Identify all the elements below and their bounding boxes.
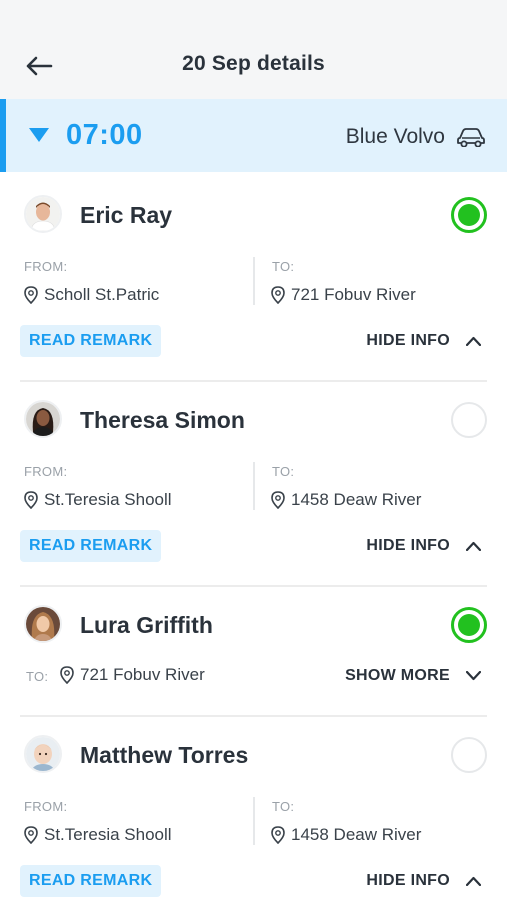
location-pin-icon (24, 286, 38, 304)
location-pin-icon (24, 826, 38, 844)
chevron-down-icon (466, 671, 481, 681)
to-address-text: 721 Fobuv River (80, 665, 205, 684)
boarded-checkbox[interactable] (451, 607, 487, 643)
from-label: FROM: (24, 464, 68, 479)
to-address: 721 Fobuv River (271, 285, 416, 305)
hide-info-label: HIDE INFO (366, 537, 450, 554)
location-pin-icon (271, 826, 285, 844)
to-label: TO: (272, 259, 295, 274)
boarded-checkbox[interactable] (451, 197, 487, 233)
from-address: Scholl St.Patric (24, 285, 159, 305)
show-more-toggle[interactable]: SHOW MORE (345, 667, 481, 685)
read-remark-button[interactable]: READ REMARK (20, 325, 162, 357)
hide-info-label: HIDE INFO (366, 872, 450, 889)
hide-info-toggle[interactable]: HIDE INFO (366, 537, 481, 555)
passenger-name: Lura Griffith (80, 612, 213, 638)
top-bar: 20 Sep details (0, 0, 507, 99)
to-address: 721 Fobuv River (60, 665, 205, 685)
passenger-card: Theresa Simon FROM: St.Teresia Shooll TO… (20, 377, 487, 585)
to-address-text: 1458 Deaw River (291, 490, 422, 509)
divider (253, 462, 255, 510)
from-address-text: Scholl St.Patric (44, 285, 160, 304)
avatar (24, 735, 62, 773)
show-more-label: SHOW MORE (345, 667, 450, 684)
to-address-text: 1458 Deaw River (291, 825, 422, 844)
hide-info-label: HIDE INFO (366, 332, 450, 349)
from-address: St.Teresia Shooll (24, 825, 172, 845)
passenger-card: Matthew Torres FROM: St.Teresia Shooll T… (20, 712, 487, 900)
hide-info-toggle[interactable]: HIDE INFO (366, 332, 481, 350)
car-icon (457, 128, 485, 147)
collapse-triangle-icon[interactable] (28, 126, 50, 144)
avatar (24, 605, 62, 643)
chevron-up-icon (466, 541, 481, 551)
to-address-text: 721 Fobuv River (291, 285, 416, 304)
divider (253, 257, 255, 305)
passenger-name: Eric Ray (80, 202, 173, 228)
location-pin-icon (271, 491, 285, 509)
passenger-card: Lura Griffith TO: 721 Fobuv River SHOW M… (20, 582, 487, 712)
page-title: 20 Sep details (182, 52, 325, 75)
location-pin-icon (60, 666, 74, 684)
chevron-up-icon (466, 336, 481, 346)
to-label: TO: (272, 799, 295, 814)
passenger-card: Eric Ray FROM: Scholl St.Patric TO: 721 … (20, 172, 487, 380)
to-address: 1458 Deaw River (271, 490, 421, 510)
from-label: FROM: (24, 799, 68, 814)
divider (253, 797, 255, 845)
from-address: St.Teresia Shooll (24, 490, 172, 510)
to-label: TO: (26, 669, 49, 684)
read-remark-button[interactable]: READ REMARK (20, 530, 162, 562)
to-label: TO: (272, 464, 295, 479)
passenger-name: Theresa Simon (80, 407, 245, 433)
avatar (24, 400, 62, 438)
from-address-text: St.Teresia Shooll (44, 825, 172, 844)
vehicle-name: Blue Volvo (345, 125, 445, 148)
to-address: 1458 Deaw River (271, 825, 421, 845)
trip-time: 07:00 (66, 119, 143, 151)
boarded-checkbox[interactable] (451, 737, 487, 773)
location-pin-icon (24, 491, 38, 509)
from-address-text: St.Teresia Shooll (44, 490, 172, 509)
chevron-up-icon (466, 876, 481, 886)
trip-header[interactable]: 07:00 Blue Volvo (0, 99, 507, 172)
boarded-checkbox[interactable] (451, 402, 487, 438)
avatar (24, 195, 62, 233)
hide-info-toggle[interactable]: HIDE INFO (366, 872, 481, 890)
from-label: FROM: (24, 259, 68, 274)
location-pin-icon (271, 286, 285, 304)
read-remark-button[interactable]: READ REMARK (20, 865, 162, 897)
passenger-name: Matthew Torres (80, 742, 249, 768)
